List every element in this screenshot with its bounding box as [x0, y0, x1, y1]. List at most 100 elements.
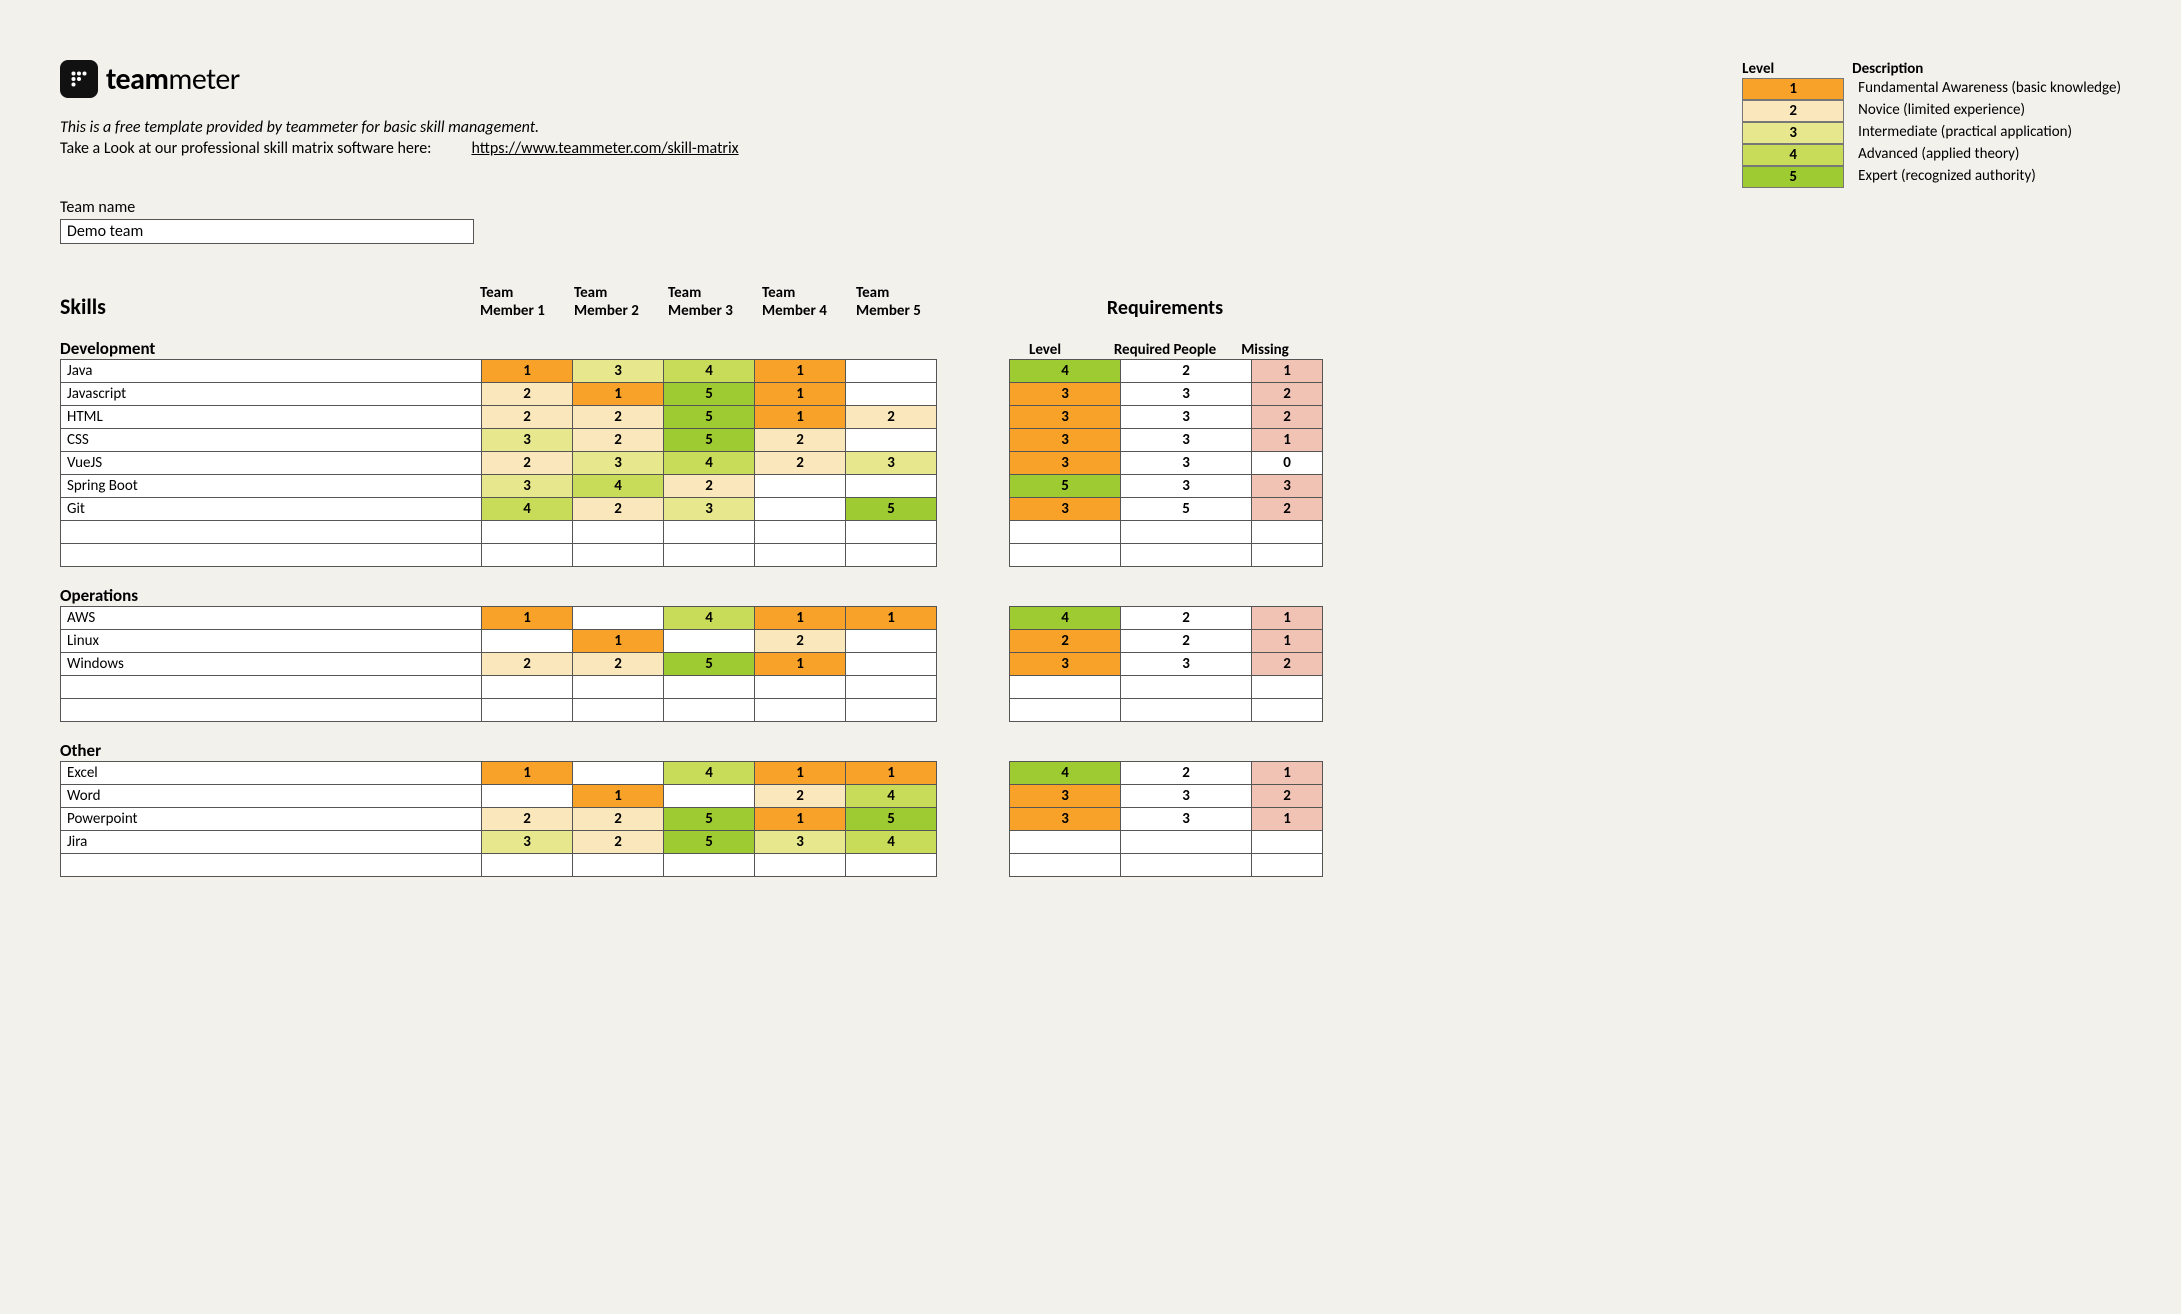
- required-level-cell[interactable]: 3: [1010, 452, 1121, 475]
- skill-level-cell[interactable]: 1: [573, 785, 664, 808]
- skill-level-cell[interactable]: 2: [755, 452, 846, 475]
- skill-name-cell[interactable]: [61, 699, 482, 722]
- skill-level-cell[interactable]: 5: [664, 383, 755, 406]
- missing-cell[interactable]: 2: [1252, 653, 1323, 676]
- skill-level-cell[interactable]: [482, 785, 573, 808]
- required-people-cell[interactable]: [1121, 521, 1252, 544]
- skill-level-cell[interactable]: 4: [664, 607, 755, 630]
- missing-cell[interactable]: [1252, 831, 1323, 854]
- skill-level-cell[interactable]: [846, 521, 937, 544]
- skill-level-cell[interactable]: 1: [846, 762, 937, 785]
- missing-cell[interactable]: 2: [1252, 785, 1323, 808]
- skill-level-cell[interactable]: [755, 475, 846, 498]
- required-people-cell[interactable]: 2: [1121, 360, 1252, 383]
- required-people-cell[interactable]: 3: [1121, 429, 1252, 452]
- required-people-cell[interactable]: 2: [1121, 607, 1252, 630]
- required-level-cell[interactable]: 3: [1010, 498, 1121, 521]
- skill-level-cell[interactable]: [755, 854, 846, 877]
- skill-level-cell[interactable]: [846, 429, 937, 452]
- skill-matrix-link[interactable]: https://www.teammeter.com/skill-matrix: [471, 139, 738, 158]
- missing-cell[interactable]: 1: [1252, 607, 1323, 630]
- skill-name-cell[interactable]: [61, 544, 482, 567]
- skill-level-cell[interactable]: [482, 854, 573, 877]
- skill-level-cell[interactable]: [664, 676, 755, 699]
- skill-level-cell[interactable]: 4: [664, 360, 755, 383]
- skill-level-cell[interactable]: 2: [482, 406, 573, 429]
- missing-cell[interactable]: [1252, 544, 1323, 567]
- skill-level-cell[interactable]: 2: [573, 498, 664, 521]
- skill-level-cell[interactable]: [573, 676, 664, 699]
- skill-level-cell[interactable]: [846, 699, 937, 722]
- skill-level-cell[interactable]: [664, 699, 755, 722]
- skill-level-cell[interactable]: 2: [755, 429, 846, 452]
- skill-level-cell[interactable]: 3: [755, 831, 846, 854]
- skill-level-cell[interactable]: 5: [664, 831, 755, 854]
- required-people-cell[interactable]: [1121, 699, 1252, 722]
- required-level-cell[interactable]: 3: [1010, 383, 1121, 406]
- skill-level-cell[interactable]: [573, 699, 664, 722]
- skill-level-cell[interactable]: 2: [846, 406, 937, 429]
- missing-cell[interactable]: 0: [1252, 452, 1323, 475]
- required-level-cell[interactable]: 3: [1010, 785, 1121, 808]
- skill-level-cell[interactable]: [846, 383, 937, 406]
- skill-level-cell[interactable]: 5: [664, 653, 755, 676]
- skill-level-cell[interactable]: 1: [482, 607, 573, 630]
- skill-level-cell[interactable]: [664, 785, 755, 808]
- skill-level-cell[interactable]: 1: [755, 762, 846, 785]
- skill-name-cell[interactable]: Java: [61, 360, 482, 383]
- skill-level-cell[interactable]: [846, 854, 937, 877]
- required-level-cell[interactable]: [1010, 544, 1121, 567]
- missing-cell[interactable]: 1: [1252, 429, 1323, 452]
- skill-level-cell[interactable]: 4: [846, 831, 937, 854]
- skill-level-cell[interactable]: [755, 676, 846, 699]
- skill-level-cell[interactable]: 2: [664, 475, 755, 498]
- skill-name-cell[interactable]: Jira: [61, 831, 482, 854]
- required-people-cell[interactable]: 3: [1121, 383, 1252, 406]
- required-level-cell[interactable]: 4: [1010, 360, 1121, 383]
- skill-level-cell[interactable]: [573, 607, 664, 630]
- required-level-cell[interactable]: [1010, 699, 1121, 722]
- skill-level-cell[interactable]: 2: [482, 452, 573, 475]
- required-people-cell[interactable]: 3: [1121, 475, 1252, 498]
- required-people-cell[interactable]: [1121, 676, 1252, 699]
- required-people-cell[interactable]: 3: [1121, 808, 1252, 831]
- skill-name-cell[interactable]: Excel: [61, 762, 482, 785]
- skill-level-cell[interactable]: [573, 762, 664, 785]
- required-people-cell[interactable]: 3: [1121, 452, 1252, 475]
- required-level-cell[interactable]: 3: [1010, 808, 1121, 831]
- skill-level-cell[interactable]: [846, 475, 937, 498]
- skill-level-cell[interactable]: 5: [846, 498, 937, 521]
- skill-level-cell[interactable]: [664, 630, 755, 653]
- skill-level-cell[interactable]: [755, 699, 846, 722]
- required-people-cell[interactable]: [1121, 544, 1252, 567]
- skill-name-cell[interactable]: Git: [61, 498, 482, 521]
- skill-level-cell[interactable]: [846, 360, 937, 383]
- skill-level-cell[interactable]: [573, 854, 664, 877]
- required-level-cell[interactable]: 2: [1010, 630, 1121, 653]
- required-level-cell[interactable]: 3: [1010, 429, 1121, 452]
- required-people-cell[interactable]: [1121, 831, 1252, 854]
- skill-name-cell[interactable]: VueJS: [61, 452, 482, 475]
- skill-level-cell[interactable]: [482, 699, 573, 722]
- missing-cell[interactable]: 1: [1252, 762, 1323, 785]
- skill-level-cell[interactable]: [755, 521, 846, 544]
- skill-level-cell[interactable]: 2: [755, 630, 846, 653]
- missing-cell[interactable]: 1: [1252, 808, 1323, 831]
- skill-level-cell[interactable]: 3: [846, 452, 937, 475]
- skill-level-cell[interactable]: 1: [573, 383, 664, 406]
- skill-level-cell[interactable]: 5: [664, 808, 755, 831]
- skill-level-cell[interactable]: 3: [482, 429, 573, 452]
- required-level-cell[interactable]: 3: [1010, 406, 1121, 429]
- missing-cell[interactable]: 1: [1252, 630, 1323, 653]
- skill-level-cell[interactable]: 2: [573, 831, 664, 854]
- required-people-cell[interactable]: 5: [1121, 498, 1252, 521]
- skill-level-cell[interactable]: [846, 630, 937, 653]
- required-people-cell[interactable]: 3: [1121, 406, 1252, 429]
- skill-level-cell[interactable]: 4: [482, 498, 573, 521]
- skill-level-cell[interactable]: [846, 653, 937, 676]
- skill-level-cell[interactable]: 1: [755, 406, 846, 429]
- skill-level-cell[interactable]: [573, 544, 664, 567]
- skill-level-cell[interactable]: [573, 521, 664, 544]
- skill-name-cell[interactable]: CSS: [61, 429, 482, 452]
- missing-cell[interactable]: 2: [1252, 406, 1323, 429]
